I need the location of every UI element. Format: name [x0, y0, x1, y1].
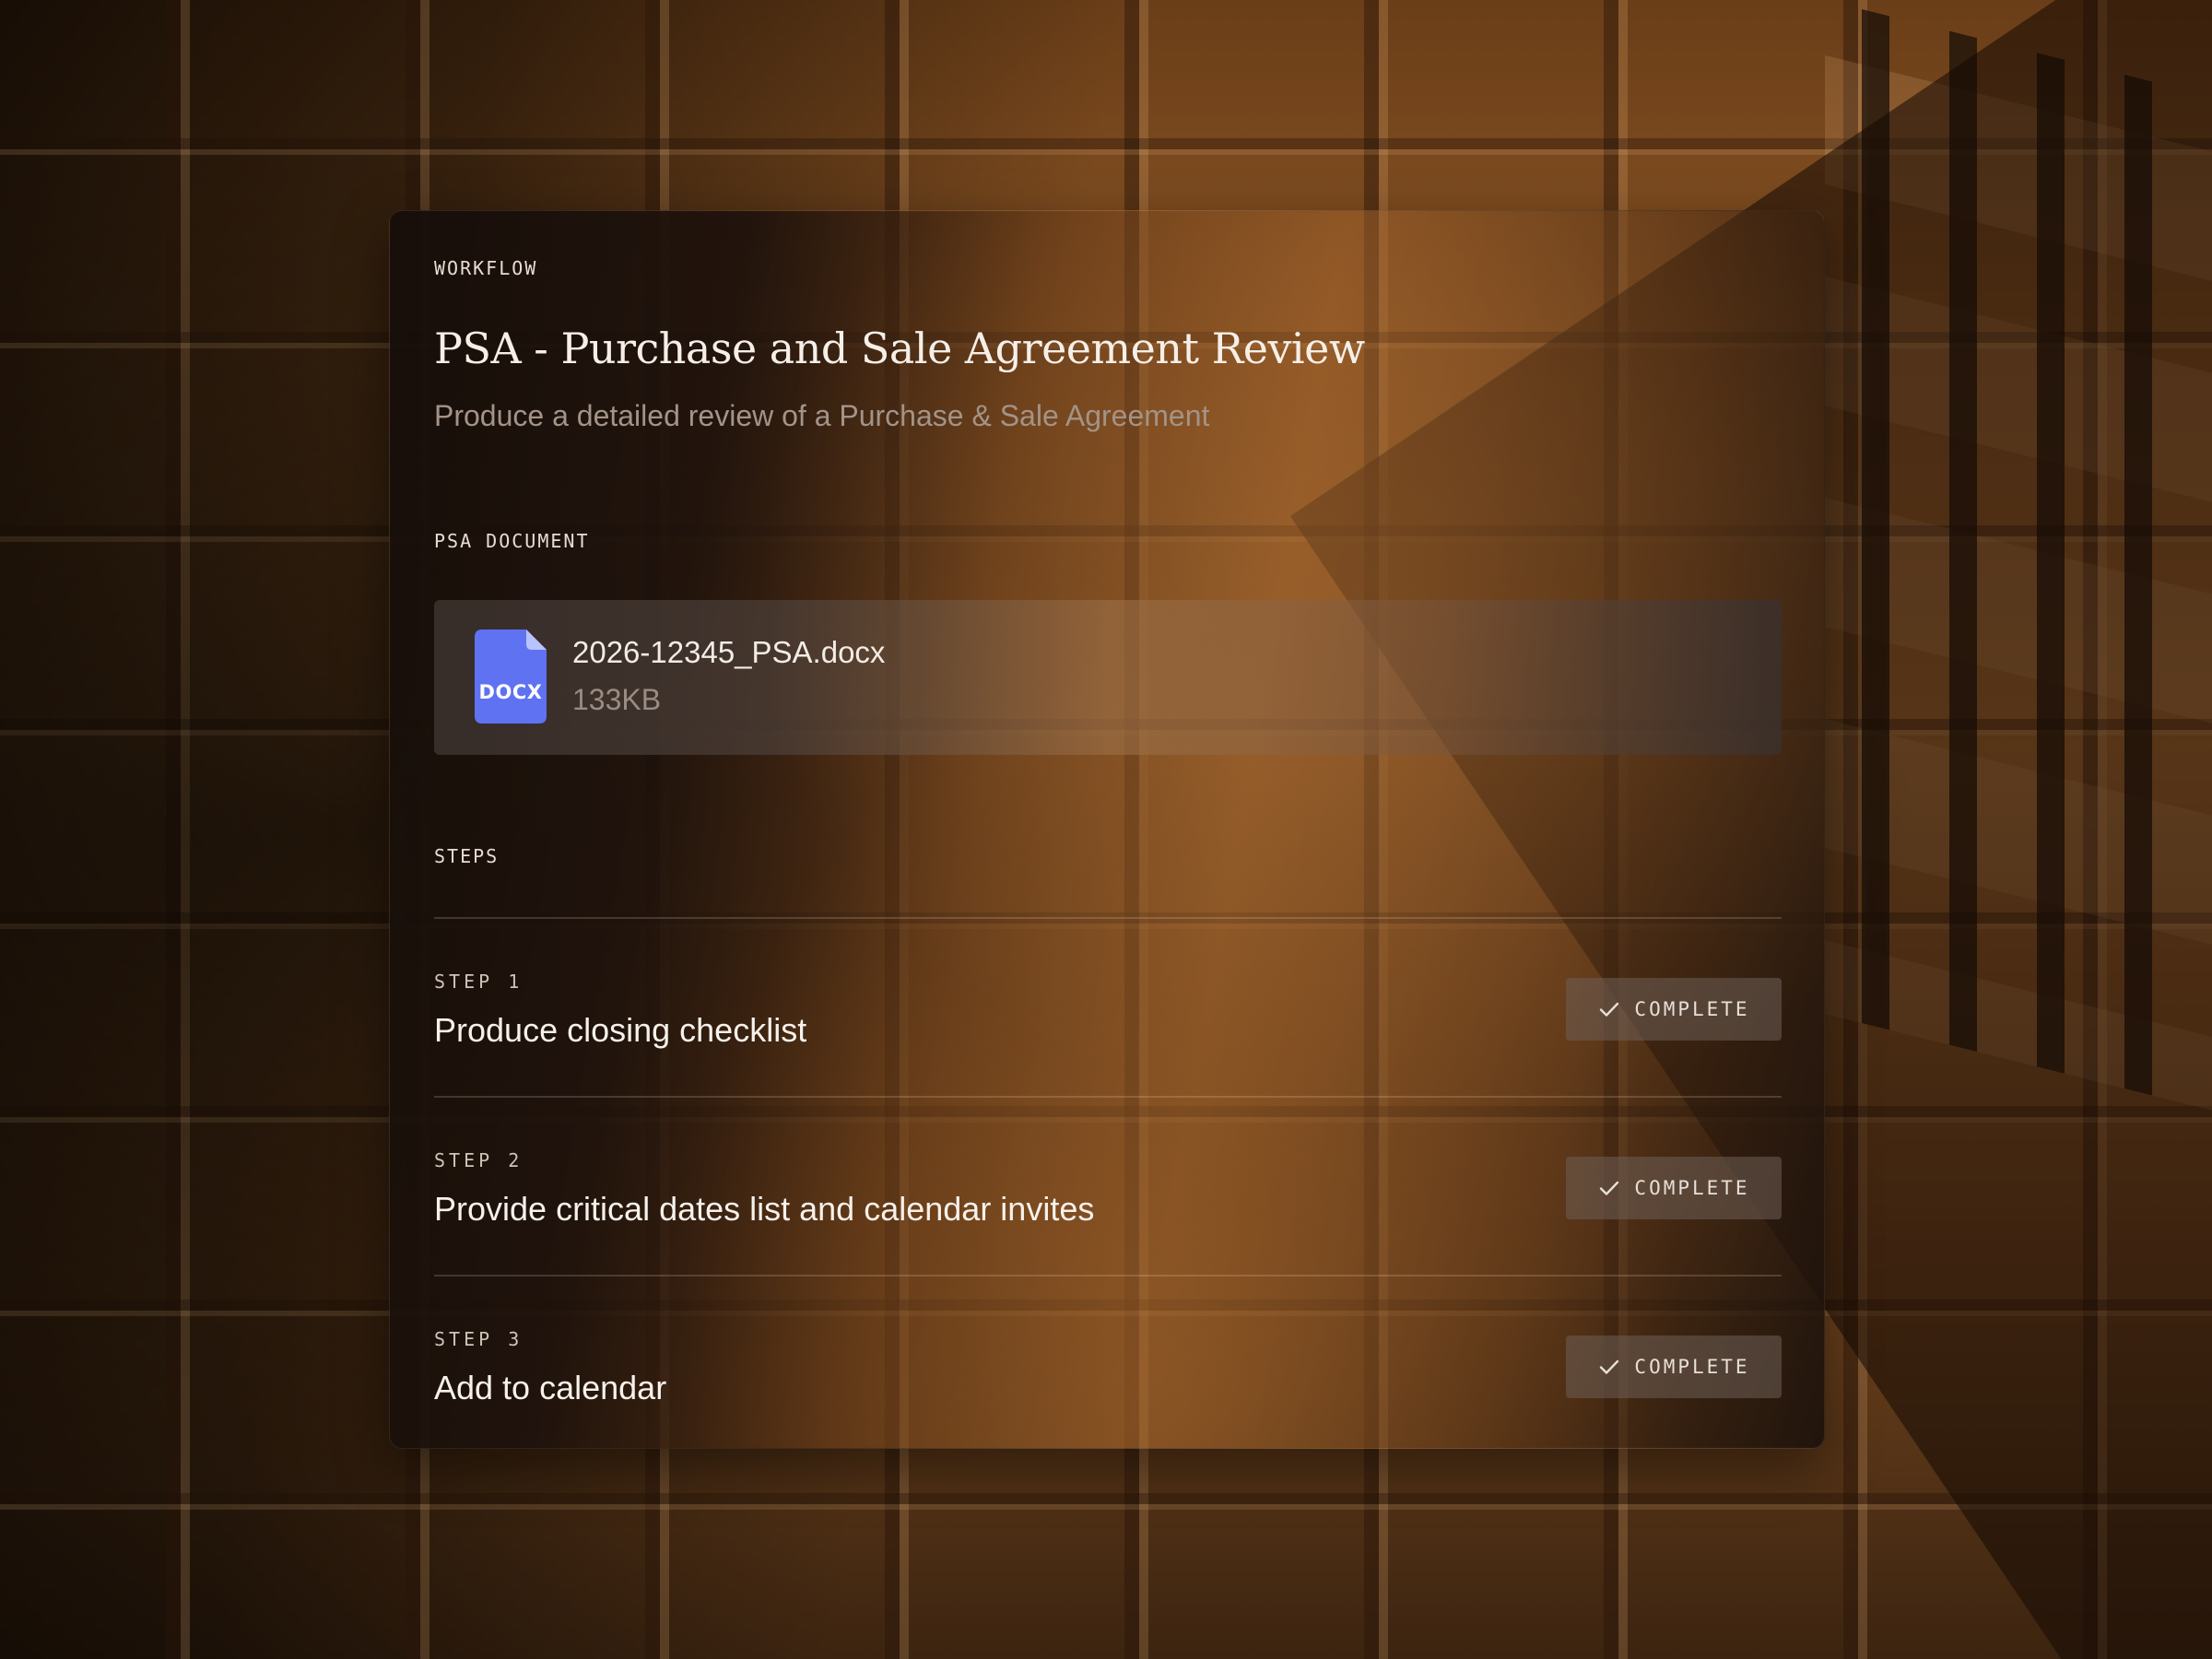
workflow-card: WORKFLOW PSA - Purchase and Sale Agreeme… [389, 210, 1825, 1449]
document-section-label: PSA DOCUMENT [434, 530, 590, 552]
step-title: Produce closing checklist [434, 1011, 807, 1049]
document-attachment[interactable]: DOCX 2026-12345_PSA.docx 133KB [434, 600, 1782, 755]
step-row-2[interactable]: STEP 2 Provide critical dates list and c… [434, 1096, 1782, 1277]
step-status-badge: COMPLETE [1566, 1335, 1782, 1398]
step-title: Add to calendar [434, 1369, 667, 1406]
step-number: STEP 1 [434, 971, 524, 993]
step-status-text: COMPLETE [1634, 1356, 1750, 1378]
background-photo: WORKFLOW PSA - Purchase and Sale Agreeme… [0, 0, 2212, 1659]
document-file-name: 2026-12345_PSA.docx [572, 635, 886, 669]
step-number: STEP 3 [434, 1328, 524, 1350]
workflow-eyebrow: WORKFLOW [434, 257, 538, 279]
step-title: Provide critical dates list and calendar… [434, 1190, 1095, 1228]
docx-icon-label: DOCX [478, 681, 543, 703]
step-number: STEP 2 [434, 1149, 524, 1171]
workflow-subtitle: Produce a detailed review of a Purchase … [434, 399, 1210, 432]
steps-section-label: STEPS [434, 845, 500, 867]
step-status-badge: COMPLETE [1566, 1157, 1782, 1219]
step-row-3[interactable]: STEP 3 Add to calendar COMPLETE [434, 1275, 1782, 1448]
step-row-1[interactable]: STEP 1 Produce closing checklist COMPLET… [434, 917, 1782, 1098]
check-icon [1600, 1359, 1619, 1374]
step-status-badge: COMPLETE [1566, 978, 1782, 1041]
docx-file-icon: DOCX [475, 629, 547, 724]
step-status-text: COMPLETE [1634, 1177, 1750, 1199]
step-status-text: COMPLETE [1634, 998, 1750, 1020]
workflow-title: PSA - Purchase and Sale Agreement Review [434, 324, 1365, 373]
document-file-size: 133KB [572, 683, 662, 716]
check-icon [1600, 1002, 1619, 1017]
check-icon [1600, 1181, 1619, 1195]
